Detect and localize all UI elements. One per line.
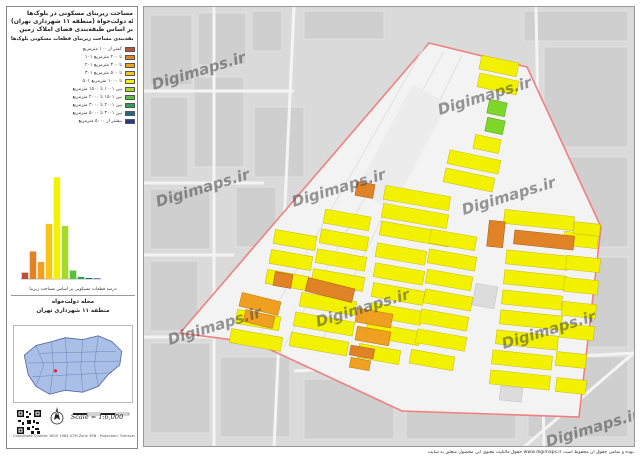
legend-item-label: ۵۰۱ تا ۱۰۰۰ مترمربع xyxy=(82,78,122,84)
legend-item: کمتر از ۱۰۰ مترمربع xyxy=(11,45,135,53)
map-frame: Digimaps.ir Digimaps.ir Digimaps.ir Digi… xyxy=(143,6,635,447)
legend-item: ۵۰۱ تا ۱۰۰۰ مترمربع xyxy=(11,77,135,85)
legend-item: ۳۰۱ تا ۵۰۰ مترمربع xyxy=(11,69,135,77)
north-arrow-icon: N xyxy=(50,407,64,425)
legend-item-label: ۳۰۱ تا ۵۰۰ مترمربع xyxy=(85,70,122,76)
chart-bar xyxy=(61,226,69,279)
legend-item-label: بیشتر از ۵۰۰۰ مترمربع xyxy=(78,118,122,124)
legend-item-label: ۱۰۱ تا ۲۰۰ مترمربع xyxy=(85,54,122,60)
panel-title-line-2: در محله دولت‌خواه (منطقه ۱۱ شهرداری تهرا… xyxy=(11,18,133,25)
legend-title: طبقه‌بندی مساحت زیربنای قطعات مسکونی بلو… xyxy=(11,36,133,42)
legend-item-label: بین ۱۵۰۱ تا ۲۰۰۰ مترمربع xyxy=(72,94,122,100)
legend-item: بین ۱۰۰۱ تا ۱۵۰۰ مترمربع xyxy=(11,85,135,93)
chart-caption: درصد قطعات مسکونی بر اساس مساحت زیربنا xyxy=(29,287,117,292)
legend-item: بیشتر از ۵۰۰۰ مترمربع xyxy=(11,117,135,125)
legend-item: بین ۱۵۰۱ تا ۲۰۰۰ مترمربع xyxy=(11,93,135,101)
district-name: منطقه ۱۱ شهرداری تهران xyxy=(36,308,110,314)
legend-item: ۲۰۱ تا ۳۰۰ مترمربع xyxy=(11,61,135,69)
legend-swatch xyxy=(125,110,135,116)
legend-swatch xyxy=(125,54,135,60)
chart-bar xyxy=(77,276,85,279)
svg-text:N: N xyxy=(56,411,59,416)
locator-map xyxy=(13,325,133,403)
neighbourhood-name: محله دولت‌خواه xyxy=(51,299,95,305)
legend-swatch xyxy=(125,78,135,84)
chart-bar xyxy=(21,272,29,279)
divider xyxy=(11,295,135,296)
chart-bar xyxy=(29,251,37,279)
legend-item: بین ۲۰۰۱ تا ۳۰۰۰ مترمربع xyxy=(11,101,135,109)
panel-title-line-1: مساحت زیربنای مسکونی در بلوک‌ها xyxy=(27,10,133,17)
legend-swatch xyxy=(125,62,135,68)
legend-item-label: ۲۰۱ تا ۳۰۰ مترمربع xyxy=(85,62,122,68)
legend-item-label: بین ۳۰۰۱ تا ۵۰۰۰ مترمربع xyxy=(72,110,122,116)
chart-bar xyxy=(37,262,45,279)
legend-item-label: بین ۱۰۰۱ تا ۱۵۰۰ مترمربع xyxy=(72,86,122,92)
legend-swatch xyxy=(125,94,135,100)
legend-item: ۱۰۱ تا ۲۰۰ مترمربع xyxy=(11,53,135,61)
legend-swatch xyxy=(125,46,135,52)
legend-swatch xyxy=(125,70,135,76)
panel-title-line-3: بر اساس طبقه‌بندی فضای املاک زمین xyxy=(19,26,133,33)
scale-label: Scale = 1:6,000 xyxy=(70,413,124,421)
chart-bar xyxy=(69,270,77,279)
info-panel: مساحت زیربنای مسکونی در بلوک‌ها در محله … xyxy=(6,6,138,449)
area-distribution-chart xyxy=(21,177,101,280)
chart-bar xyxy=(85,277,93,279)
map-sheet: مساحت زیربنای مسکونی در بلوک‌ها در محله … xyxy=(0,0,643,461)
chart-bar xyxy=(53,177,61,279)
legend-item-label: کمتر از ۱۰۰ مترمربع xyxy=(82,46,122,52)
copyright-footer: حقوق مالکیت معنوی این محصول متعلق به سای… xyxy=(427,450,635,455)
legend-item-label: بین ۲۰۰۱ تا ۳۰۰۰ مترمربع xyxy=(72,102,122,108)
chart-bar xyxy=(45,223,53,279)
legend-swatch xyxy=(125,86,135,92)
legend-swatch xyxy=(125,118,135,124)
legend-item: بین ۳۰۰۱ تا ۵۰۰۰ مترمربع xyxy=(11,109,135,117)
legend-swatch xyxy=(125,102,135,108)
study-area-marker xyxy=(53,369,58,373)
legend: کمتر از ۱۰۰ مترمربع ۱۰۱ تا ۲۰۰ مترمربع ۲۰۱… xyxy=(11,45,135,125)
coordinate-credit: Coordinate System: WGS 1984 UTM Zone 39N… xyxy=(13,434,135,438)
qr-code xyxy=(16,409,42,435)
chart-bar xyxy=(93,278,101,279)
